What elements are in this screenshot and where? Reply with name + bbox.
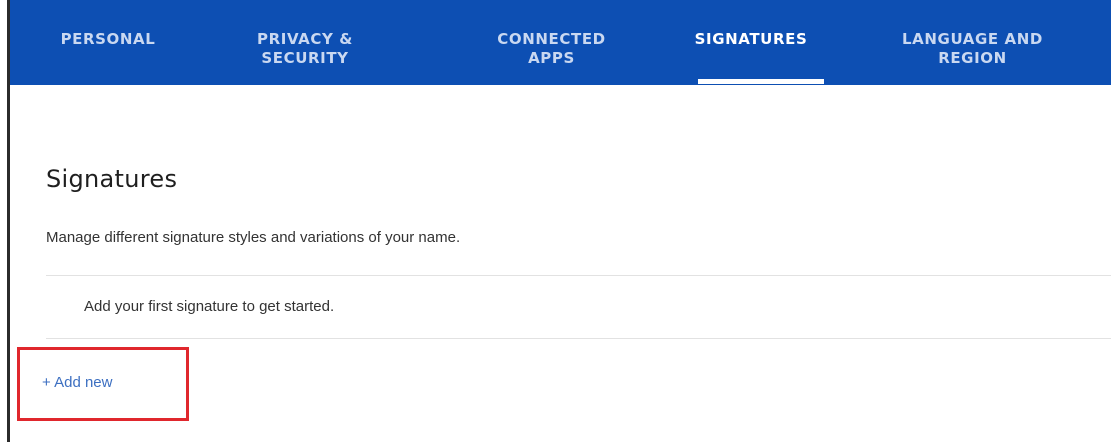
- tab-label: PRIVACY &: [257, 30, 353, 48]
- settings-tab-bar: PERSONAL PRIVACY & SECURITY CONNECTED AP…: [10, 0, 1111, 85]
- page-title: Signatures: [46, 165, 178, 193]
- tab-label: PERSONAL: [60, 30, 156, 48]
- divider: [46, 275, 1111, 276]
- add-new-signature-link[interactable]: + Add new: [42, 374, 112, 391]
- tab-label-line2: SECURITY: [261, 49, 349, 67]
- settings-page: PERSONAL PRIVACY & SECURITY CONNECTED AP…: [0, 0, 1111, 442]
- tab-label: SIGNATURES: [694, 30, 808, 48]
- tab-label: CONNECTED: [497, 30, 606, 48]
- tab-personal[interactable]: PERSONAL: [48, 30, 168, 49]
- tab-label-line2: APPS: [528, 49, 575, 67]
- tab-privacy-security[interactable]: PRIVACY & SECURITY: [245, 30, 365, 68]
- tab-label: LANGUAGE AND: [902, 30, 1043, 48]
- tab-connected-apps[interactable]: CONNECTED APPS: [489, 30, 614, 68]
- tab-label-line2: REGION: [938, 49, 1007, 67]
- page-description: Manage different signature styles and va…: [46, 229, 461, 246]
- tab-signatures[interactable]: SIGNATURES: [688, 30, 814, 49]
- active-tab-indicator: [698, 79, 824, 84]
- tab-language-region[interactable]: LANGUAGE AND REGION: [890, 30, 1055, 68]
- empty-state-message: Add your first signature to get started.: [84, 298, 335, 315]
- divider: [46, 338, 1111, 339]
